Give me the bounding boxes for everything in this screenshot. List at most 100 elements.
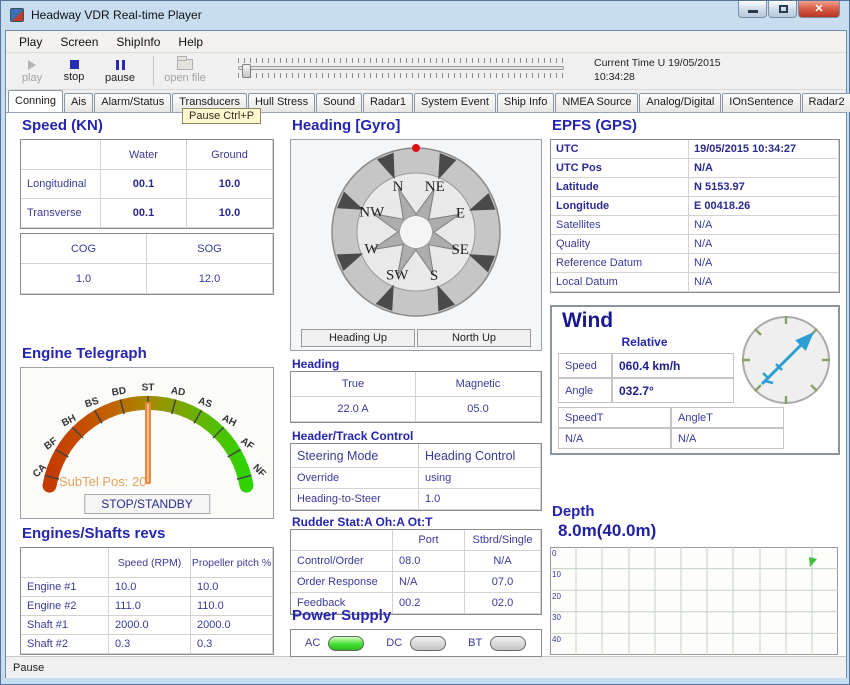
heading-up-button[interactable]: Heading Up	[301, 329, 415, 347]
pause-tooltip: Pause Ctrl+P	[182, 108, 261, 124]
track-cell: Heading Control	[419, 444, 541, 468]
power-label-ac: AC	[305, 637, 320, 649]
wind-angle-label: Angle	[558, 378, 612, 403]
slider-track[interactable]	[238, 66, 564, 70]
status-text: Pause	[13, 662, 44, 674]
epfs-row-label: UTC Pos	[551, 159, 689, 178]
tab-ionsentence[interactable]: IOnSentence	[722, 93, 800, 112]
toolbar: play stop pause open file Cu	[6, 53, 846, 90]
tab-analog-digital[interactable]: Analog/Digital	[639, 93, 721, 112]
tab-ship-info[interactable]: Ship Info	[497, 93, 554, 112]
epfs-row-label: Quality	[551, 235, 689, 254]
menu-item-help[interactable]: Help	[169, 33, 212, 51]
close-button[interactable]: ✕	[798, 1, 840, 18]
speed-col-ground: Ground	[187, 140, 273, 170]
epfs-cell: N/A	[689, 254, 839, 273]
rudder-cell: 08.0	[393, 551, 465, 572]
menu-item-screen[interactable]: Screen	[51, 33, 107, 51]
track-row-label: Heading-to-Steer	[291, 489, 419, 510]
tab-alarm-status[interactable]: Alarm/Status	[94, 93, 171, 112]
rudder-subtitle: Rudder Stat:A Oh:A Ot:T	[292, 515, 432, 529]
heading-magnetic-value: 05.0	[416, 397, 541, 422]
slider-handle[interactable]	[242, 64, 251, 78]
heading-magnetic-header: Magnetic	[416, 372, 541, 397]
epfs-cell: N/A	[689, 235, 839, 254]
menu-item-play[interactable]: Play	[10, 33, 51, 51]
open-file-label: open file	[164, 72, 206, 84]
speed-cell: 10.0	[187, 170, 273, 199]
client-area: Play Screen ShipInfo Help play stop paus…	[5, 30, 847, 678]
power-supply-panel: AC DC BT	[290, 629, 542, 657]
current-time-line1: Current Time U 19/05/2015	[594, 56, 721, 70]
power-label-dc: DC	[386, 637, 402, 649]
cardinal-e: E	[456, 205, 465, 221]
rudder-table: Port Stbrd/Single Control/Order 08.0 N/A…	[290, 529, 542, 615]
stop-standby-button[interactable]: STOP/STANDBY	[84, 494, 210, 514]
open-file-button[interactable]: open file	[158, 55, 212, 88]
maximize-button[interactable]	[768, 1, 797, 18]
cardinal-w: W	[364, 241, 379, 257]
pause-icon	[116, 60, 125, 70]
heading-marker	[412, 144, 420, 152]
gyro-section-title: Heading [Gyro]	[292, 117, 400, 134]
playback-slider[interactable]	[238, 58, 564, 85]
engines-section-title: Engines/Shafts revs	[22, 525, 165, 542]
menu-bar: Play Screen ShipInfo Help	[6, 31, 846, 53]
cog-header: COG	[21, 234, 147, 264]
minimize-button[interactable]	[738, 1, 767, 18]
epfs-row-label: Reference Datum	[551, 254, 689, 273]
tab-system-event[interactable]: System Event	[414, 93, 496, 112]
cardinal-n: N	[393, 179, 404, 195]
epfs-row-label: Latitude	[551, 178, 689, 197]
sog-value: 12.0	[147, 264, 273, 294]
wind-anglet-value: N/A	[671, 428, 784, 449]
telegraph-label: ST	[142, 383, 155, 394]
engines-cell: 111.0	[109, 597, 191, 616]
power-label-bt: BT	[468, 637, 482, 649]
cog-sog-table: COG SOG 1.0 12.0	[20, 233, 274, 295]
stop-button[interactable]: stop	[54, 55, 94, 88]
engines-cell: 0.3	[191, 635, 273, 654]
app-icon	[10, 8, 24, 22]
tab-conning[interactable]: Conning	[8, 90, 63, 112]
tab-sound[interactable]: Sound	[316, 93, 362, 112]
epfs-table: UTC 19/05/2015 10:34:27 UTC Pos N/A Lati…	[550, 139, 840, 293]
tab-strip: Conning Ais Alarm/Status Transducers Hul…	[6, 90, 846, 112]
tab-radar2[interactable]: Radar2	[802, 93, 850, 112]
north-up-button[interactable]: North Up	[417, 329, 531, 347]
wind-speed-value: 060.4 km/h	[612, 353, 734, 378]
depth-chart: 0 10 20 30 40	[550, 547, 838, 655]
pause-button[interactable]: pause	[98, 55, 142, 88]
epfs-row-label: UTC	[551, 140, 689, 159]
engines-cell: 2000.0	[109, 616, 191, 635]
current-time-line2: 10:34:28	[594, 70, 721, 84]
play-button[interactable]: play	[12, 55, 52, 88]
telegraph-section-title: Engine Telegraph	[22, 345, 147, 362]
speed-table: Water Ground Longitudinal 00.1 10.0 Tran…	[20, 139, 274, 229]
tab-ais[interactable]: Ais	[64, 93, 93, 112]
app-window: Headway VDR Real-time Player ✕ Play Scre…	[0, 0, 850, 685]
cardinal-nw: NW	[359, 205, 385, 221]
epfs-cell: 19/05/2015 10:34:27	[689, 140, 839, 159]
play-label: play	[22, 72, 42, 84]
speed-cell: 10.0	[187, 199, 273, 228]
maximize-icon	[779, 5, 788, 13]
engine-telegraph-gauge: CA BF BH BS BD ST AD AS AH AF NF SubTel …	[20, 367, 274, 519]
current-time: Current Time U 19/05/2015 10:34:28	[594, 56, 721, 84]
tab-nmea-source[interactable]: NMEA Source	[555, 93, 638, 112]
track-cell: 1.0	[419, 489, 541, 510]
engines-row-label: Shaft #1	[21, 616, 109, 635]
menu-item-shipinfo[interactable]: ShipInfo	[107, 33, 169, 51]
title-bar[interactable]: Headway VDR Real-time Player ✕	[1, 1, 849, 29]
wind-speedt-header: SpeedT	[558, 407, 671, 428]
heading-true-header: True	[291, 372, 416, 397]
rudder-col-port: Port	[393, 530, 465, 551]
tab-radar1[interactable]: Radar1	[363, 93, 413, 112]
cardinal-s: S	[430, 268, 438, 284]
engines-cell: 10.0	[191, 578, 273, 597]
epfs-cell: N/A	[689, 159, 839, 178]
status-bar: Pause	[6, 656, 846, 678]
track-row-label: Steering Mode	[291, 444, 419, 468]
rudder-cell: 07.0	[465, 572, 541, 593]
rudder-row-label: Control/Order	[291, 551, 393, 572]
